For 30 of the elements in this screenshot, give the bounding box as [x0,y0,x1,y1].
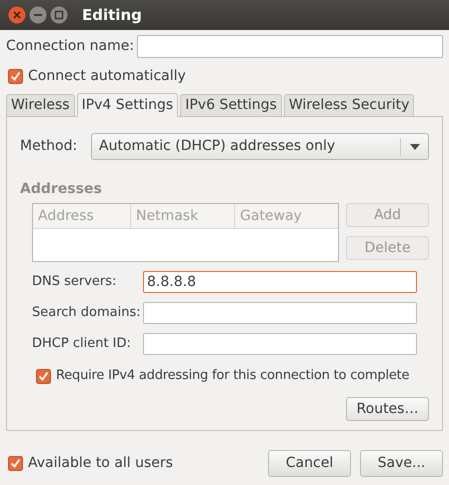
routes-button[interactable]: Routes… [346,397,429,421]
field-label: DHCP client ID: [32,335,132,354]
window-title: Editing [82,4,142,26]
dialog-button[interactable]: Save... [360,450,443,477]
field-label: Search domains: [32,304,142,322]
dialog-button[interactable]: Cancel [268,450,351,477]
input-field[interactable]: 8.8.8.8 [143,271,417,293]
checkbox-label: Available to all users [28,454,173,473]
dropdown-arrow-icon [410,144,420,150]
dropdown-value: Automatic (DHCP) addresses only [99,137,336,156]
connection-name-field[interactable] [137,35,443,58]
tab[interactable]: IPv4 Settings [76,93,178,117]
maximize-icon[interactable] [50,6,68,24]
tab[interactable]: IPv6 Settings [180,94,282,116]
input-field[interactable] [143,302,417,324]
checkbox-label: Require IPv4 addressing for this connection to complete [56,367,410,386]
tab[interactable]: Wireless Security [284,94,414,116]
close-icon[interactable] [8,6,26,24]
field-label: Method: [20,137,78,156]
checkbox[interactable] [8,456,23,471]
method-dropdown[interactable]: Automatic (DHCP) addresses only [91,133,429,160]
checkbox[interactable] [36,368,51,384]
input-field[interactable] [143,333,417,355]
section-heading: Addresses [20,180,103,197]
checkbox-label: Connect automatically [28,66,186,86]
checkbox[interactable] [8,68,23,84]
tab[interactable]: Wireless [6,94,75,116]
field-label: DNS servers: [32,273,118,292]
field-label: Connection name: [6,37,136,56]
minimize-icon[interactable] [29,6,47,24]
